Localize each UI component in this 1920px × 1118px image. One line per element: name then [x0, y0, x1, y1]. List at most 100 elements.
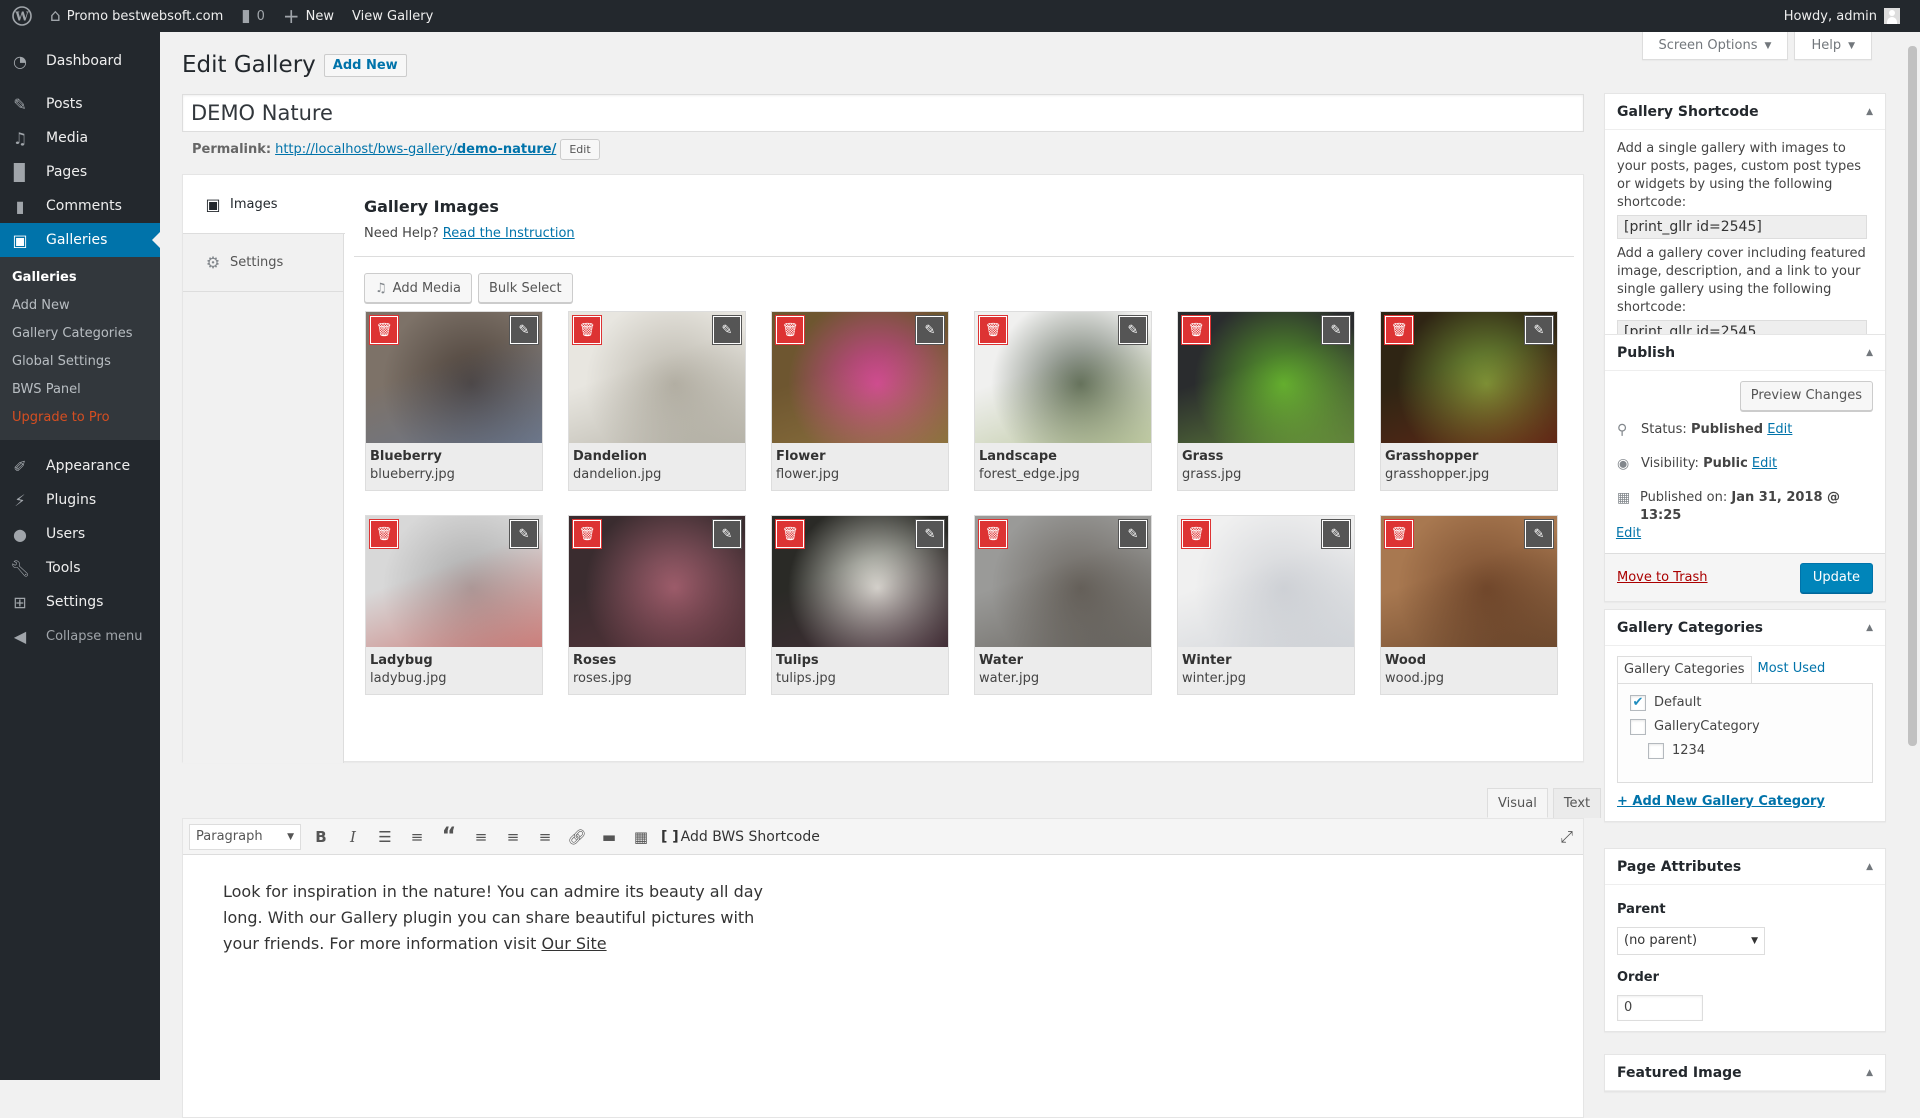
edit-visibility-link[interactable]: Edit [1752, 456, 1777, 471]
box-header[interactable]: Gallery Shortcode ▲ [1605, 94, 1885, 130]
link-button[interactable]: 🔗︎ [561, 822, 593, 852]
submenu-galleries[interactable]: Galleries [0, 264, 160, 292]
align-right-button[interactable]: ≡ [529, 822, 561, 852]
edit-image-button[interactable]: ✎ [1524, 519, 1554, 549]
edit-image-button[interactable]: ✎ [509, 519, 539, 549]
image-thumbnail[interactable]: 🗑︎ ✎ [1178, 312, 1354, 443]
instruction-link[interactable]: Read the Instruction [443, 226, 575, 241]
editor-content[interactable]: Look for inspiration in the nature! You … [183, 855, 823, 981]
sidebar-item-users[interactable]: ● Users [0, 517, 160, 551]
new-content-link[interactable]: + New [274, 0, 343, 32]
gallery-title-input[interactable]: DEMO Nature [182, 94, 1584, 132]
align-left-button[interactable]: ≡ [465, 822, 497, 852]
delete-image-button[interactable]: 🗑︎ [572, 315, 602, 345]
edit-status-link[interactable]: Edit [1767, 422, 1792, 437]
tab-text[interactable]: Text [1552, 788, 1602, 818]
collapse-menu-button[interactable]: ◀ Collapse menu [0, 619, 160, 653]
tab-settings[interactable]: ⚙ Settings [183, 234, 343, 292]
gallery-image-tile[interactable]: 🗑︎ ✎ Ladybug ladybug.jpg [365, 515, 543, 695]
add-media-button[interactable]: ♫ Add Media [364, 273, 473, 303]
tab-images[interactable]: ▣ Images [183, 175, 345, 234]
shortcode-field[interactable]: [print_gllr id=2545] [1617, 215, 1867, 239]
preview-changes-button[interactable]: Preview Changes [1739, 381, 1873, 411]
parent-select[interactable]: (no parent) ▼ [1617, 927, 1765, 955]
image-thumbnail[interactable]: 🗑︎ ✎ [569, 516, 745, 647]
italic-button[interactable]: I [337, 822, 369, 852]
image-thumbnail[interactable]: 🗑︎ ✎ [569, 312, 745, 443]
image-thumbnail[interactable]: 🗑︎ ✎ [975, 516, 1151, 647]
sidebar-item-plugins[interactable]: ⚡ Plugins [0, 483, 160, 517]
edit-image-button[interactable]: ✎ [915, 519, 945, 549]
edit-date-link[interactable]: Edit [1616, 526, 1641, 541]
image-thumbnail[interactable]: 🗑︎ ✎ [772, 312, 948, 443]
gallery-image-tile[interactable]: 🗑︎ ✎ Tulips tulips.jpg [771, 515, 949, 695]
edit-image-button[interactable]: ✎ [1321, 519, 1351, 549]
image-thumbnail[interactable]: 🗑︎ ✎ [1381, 516, 1557, 647]
sidebar-item-settings[interactable]: ⊞ Settings [0, 585, 160, 619]
delete-image-button[interactable]: 🗑︎ [1181, 315, 1211, 345]
category-1234[interactable]: 1234 [1648, 742, 1860, 760]
read-more-button[interactable]: ▬ [593, 822, 625, 852]
edit-image-button[interactable]: ✎ [915, 315, 945, 345]
numbered-list-button[interactable]: ≡ [401, 822, 433, 852]
edit-image-button[interactable]: ✎ [1524, 315, 1554, 345]
sidebar-item-tools[interactable]: 🔧︎ Tools [0, 551, 160, 585]
bulk-select-button[interactable]: Bulk Select [478, 273, 573, 303]
blockquote-button[interactable]: “ [433, 822, 465, 852]
edit-image-button[interactable]: ✎ [1118, 315, 1148, 345]
fullscreen-icon[interactable]: ⤢ [1560, 827, 1573, 847]
view-gallery-link[interactable]: View Gallery [343, 0, 442, 32]
box-header[interactable]: Featured Image ▲ [1605, 1055, 1885, 1091]
edit-image-button[interactable]: ✎ [1118, 519, 1148, 549]
order-input[interactable]: 0 [1617, 995, 1703, 1021]
checkbox[interactable] [1648, 743, 1664, 759]
gallery-image-tile[interactable]: 🗑︎ ✎ Wood wood.jpg [1380, 515, 1558, 695]
sidebar-item-pages[interactable]: ▉ Pages [0, 155, 160, 189]
category-default[interactable]: ✔ Default [1630, 694, 1860, 712]
image-thumbnail[interactable]: 🗑︎ ✎ [366, 312, 542, 443]
edit-image-button[interactable]: ✎ [712, 519, 742, 549]
gallery-image-tile[interactable]: 🗑︎ ✎ Grass grass.jpg [1177, 311, 1355, 491]
delete-image-button[interactable]: 🗑︎ [572, 519, 602, 549]
add-bws-shortcode-button[interactable]: [ ] Add BWS Shortcode [661, 829, 820, 845]
align-center-button[interactable]: ≡ [497, 822, 529, 852]
page-scrollbar[interactable] [1905, 32, 1920, 1080]
delete-image-button[interactable]: 🗑︎ [1181, 519, 1211, 549]
delete-image-button[interactable]: 🗑︎ [1384, 315, 1414, 345]
toolbar-toggle-button[interactable]: ▦ [625, 822, 657, 852]
add-new-button[interactable]: Add New [323, 53, 407, 77]
gallery-image-tile[interactable]: 🗑︎ ✎ Winter winter.jpg [1177, 515, 1355, 695]
delete-image-button[interactable]: 🗑︎ [775, 315, 805, 345]
our-site-link[interactable]: Our Site [541, 934, 606, 953]
comments-link[interactable]: ▮ 0 [232, 0, 274, 32]
delete-image-button[interactable]: 🗑︎ [978, 315, 1008, 345]
checkbox-checked[interactable]: ✔ [1630, 695, 1646, 711]
help-button[interactable]: Help ▼ [1794, 32, 1872, 60]
edit-image-button[interactable]: ✎ [712, 315, 742, 345]
wordpress-logo[interactable]: W [0, 0, 41, 32]
site-name-link[interactable]: ⌂ Promo bestwebsoft.com [41, 0, 232, 32]
delete-image-button[interactable]: 🗑︎ [1384, 519, 1414, 549]
gallery-image-tile[interactable]: 🗑︎ ✎ Flower flower.jpg [771, 311, 949, 491]
image-thumbnail[interactable]: 🗑︎ ✎ [366, 516, 542, 647]
delete-image-button[interactable]: 🗑︎ [978, 519, 1008, 549]
delete-image-button[interactable]: 🗑︎ [775, 519, 805, 549]
box-header[interactable]: Page Attributes ▲ [1605, 849, 1885, 885]
gallery-image-tile[interactable]: 🗑︎ ✎ Roses roses.jpg [568, 515, 746, 695]
sidebar-item-posts[interactable]: ✎ Posts [0, 87, 160, 121]
sidebar-item-appearance[interactable]: ✐ Appearance [0, 449, 160, 483]
box-header[interactable]: Publish ▲ [1605, 335, 1885, 371]
bold-button[interactable]: B [305, 822, 337, 852]
image-thumbnail[interactable]: 🗑︎ ✎ [975, 312, 1151, 443]
delete-image-button[interactable]: 🗑︎ [369, 315, 399, 345]
submenu-add-new[interactable]: Add New [0, 292, 160, 320]
gallery-image-tile[interactable]: 🗑︎ ✎ Dandelion dandelion.jpg [568, 311, 746, 491]
submenu-bws-panel[interactable]: BWS Panel [0, 376, 160, 404]
category-gallerycategory[interactable]: GalleryCategory [1630, 718, 1860, 736]
update-button[interactable]: Update [1799, 562, 1873, 593]
tab-visual[interactable]: Visual [1487, 788, 1548, 818]
edit-image-button[interactable]: ✎ [509, 315, 539, 345]
add-new-category-link[interactable]: + Add New Gallery Category [1617, 794, 1825, 809]
tab-most-used[interactable]: Most Used [1752, 656, 1832, 683]
image-thumbnail[interactable]: 🗑︎ ✎ [772, 516, 948, 647]
